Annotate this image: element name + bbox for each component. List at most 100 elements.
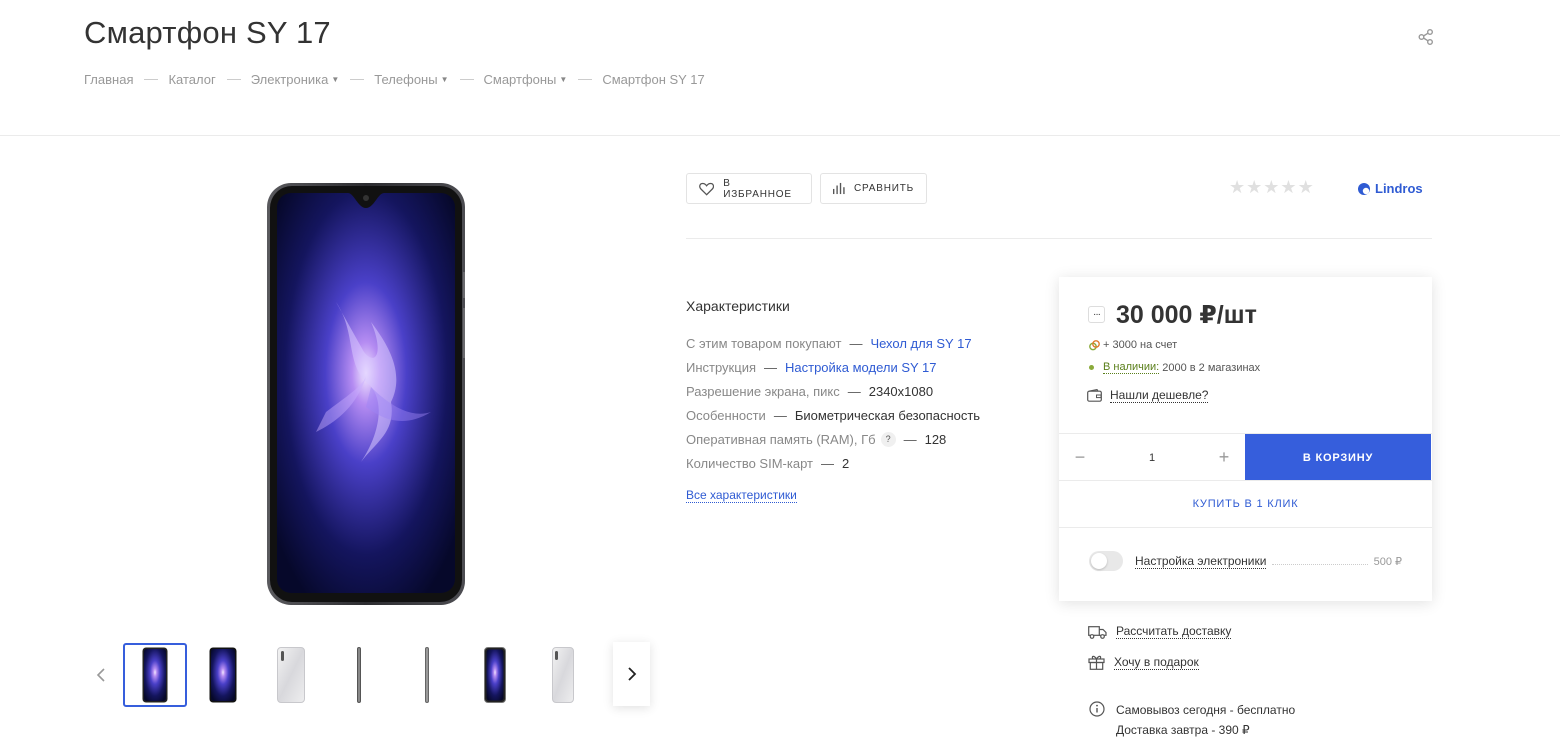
pickup-info: Самовывоз сегодня - бесплатно Доставка з… [1089, 700, 1295, 740]
gallery-thumbnail[interactable] [123, 643, 187, 707]
gallery-thumbnail[interactable] [395, 643, 459, 707]
phone-front-thumbnail [209, 647, 237, 703]
found-cheaper-link[interactable]: Нашли дешевле? [1110, 388, 1209, 403]
star-icon[interactable]: ★ [1229, 178, 1245, 196]
service-toggle[interactable] [1089, 551, 1123, 571]
phone-front-thumbnail [484, 647, 506, 703]
phone-back-thumbnail [277, 647, 305, 703]
compare-label: СРАВНИТЬ [853, 183, 914, 194]
characteristics-title: Характеристики [686, 298, 790, 314]
characteristic-row: Особенности — Биометрическая безопасност… [686, 403, 980, 427]
breadcrumb: Главная Каталог Электроника ▼ Телефоны ▼ С… [84, 72, 705, 87]
delivery-text: Доставка завтра - 390 ₽ [1116, 723, 1250, 737]
buy-one-click-button[interactable]: КУПИТЬ В 1 КЛИК [1059, 480, 1432, 528]
dotted-leader [1272, 557, 1368, 565]
breadcrumb-catalog[interactable]: Каталог [168, 72, 215, 87]
gallery-prev-button[interactable] [88, 660, 114, 690]
service-name[interactable]: Настройка электроники [1135, 554, 1267, 569]
characteristic-name: Количество SIM-карт [686, 455, 813, 471]
characteristic-dash: — [903, 431, 917, 447]
gallery-thumbnail[interactable] [463, 643, 527, 707]
phone-side-thumbnail [425, 647, 429, 703]
page-title: Смартфон SY 17 [84, 15, 331, 50]
characteristic-name: Оперативная память (RAM), Гб [686, 431, 876, 447]
bonus-text: + 3000 на счет [1103, 339, 1178, 351]
breadcrumb-electronics[interactable]: Электроника ▼ [251, 72, 340, 87]
characteristic-link[interactable]: Настройка модели SY 17 [785, 360, 937, 375]
caret-down-icon: ▼ [559, 75, 568, 84]
heart-icon [699, 182, 715, 196]
breadcrumb-separator [144, 79, 159, 80]
breadcrumb-separator [459, 79, 474, 80]
characteristic-dash: — [849, 335, 863, 351]
star-icon[interactable]: ★ [1280, 178, 1296, 196]
breadcrumb-phones[interactable]: Телефоны ▼ [374, 72, 448, 87]
characteristic-name: Разрешение экрана, пикс [686, 383, 840, 399]
breadcrumb-smartphones[interactable]: Смартфоны ▼ [484, 72, 568, 87]
characteristic-name: Особенности [686, 407, 766, 423]
caret-down-icon: ▼ [331, 75, 340, 84]
breadcrumb-home[interactable]: Главная [84, 72, 133, 87]
characteristic-name: Инструкция [686, 359, 756, 375]
help-hint-icon[interactable]: ? [880, 431, 896, 447]
all-characteristics-link[interactable]: Все характеристики [686, 488, 797, 503]
coins-icon [1089, 339, 1100, 350]
toggle-knob [1091, 553, 1107, 569]
gallery-thumbnail[interactable] [531, 643, 595, 707]
characteristic-value: 2 [841, 455, 850, 471]
quantity-input[interactable] [1132, 451, 1172, 464]
gallery-thumbnail[interactable] [191, 643, 255, 707]
breadcrumb-current: Смартфон SY 17 [602, 72, 705, 87]
dots-icon[interactable]: ··· [1088, 306, 1105, 323]
share-button[interactable] [1416, 27, 1436, 47]
chevron-left-icon [96, 668, 105, 682]
phone-back-thumbnail [552, 647, 574, 703]
star-icon[interactable]: ★ [1263, 178, 1279, 196]
header-divider [0, 135, 1560, 136]
content-divider [686, 238, 1432, 239]
gallery-thumbnail[interactable] [259, 643, 323, 707]
star-icon[interactable]: ★ [1298, 178, 1314, 196]
bonus-info: + 3000 на счет [1089, 339, 1177, 351]
quantity-decrease-button[interactable]: − [1073, 447, 1087, 468]
characteristic-row: Инструкция — Настройка модели SY 17 [686, 355, 980, 379]
characteristics-list: С этим товаром покупают — Чехол для SY 1… [686, 331, 980, 475]
gift-link[interactable]: Хочу в подарок [1114, 655, 1199, 670]
found-cheaper: Нашли дешевле? [1087, 388, 1209, 403]
gallery-next-button[interactable] [613, 642, 650, 706]
truck-icon [1088, 625, 1107, 639]
characteristic-row: С этим товаром покупают — Чехол для SY 1… [686, 331, 980, 355]
characteristic-link[interactable]: Чехол для SY 17 [870, 336, 971, 351]
characteristic-value: 2340x1080 [868, 383, 934, 399]
stock-link[interactable]: В наличии: [1103, 361, 1160, 374]
phone-side-thumbnail [357, 647, 361, 703]
service-option: Настройка электроники 500 ₽ [1089, 551, 1402, 571]
characteristic-value: Биометрическая безопасность [794, 407, 981, 423]
brand-logo[interactable]: Lindros [1357, 181, 1423, 196]
gallery-thumbnails [123, 643, 599, 707]
add-to-favorites-button[interactable]: В ИЗБРАННОЕ [686, 173, 812, 204]
rating-stars[interactable]: ★ ★ ★ ★ ★ [1229, 178, 1315, 196]
breadcrumb-separator [350, 79, 365, 80]
characteristic-row: Количество SIM-карт — 2 [686, 451, 980, 475]
phone-front-thumbnail [142, 647, 168, 703]
pickup-lines: Самовывоз сегодня - бесплатно Доставка з… [1116, 700, 1295, 740]
info-icon [1089, 701, 1105, 717]
breadcrumb-separator [226, 79, 241, 80]
compare-button[interactable]: СРАВНИТЬ [820, 173, 927, 204]
characteristic-dash: — [847, 383, 861, 399]
characteristic-dash: — [820, 455, 834, 471]
characteristic-name: С этим товаром покупают [686, 335, 842, 351]
characteristic-dash: — [764, 359, 777, 375]
product-main-image[interactable] [266, 182, 466, 606]
delivery-calc-link[interactable]: Рассчитать доставку [1116, 624, 1232, 639]
add-to-favorites-label: В ИЗБРАННОЕ [723, 177, 792, 200]
gallery-thumbnail[interactable] [327, 643, 391, 707]
star-icon[interactable]: ★ [1246, 178, 1262, 196]
breadcrumb-separator [578, 79, 593, 80]
add-to-cart-button[interactable]: В КОРЗИНУ [1245, 434, 1431, 481]
quantity-row: − + В КОРЗИНУ [1059, 433, 1432, 481]
quantity-stepper: − + [1059, 434, 1245, 481]
gift-icon [1088, 655, 1105, 670]
quantity-increase-button[interactable]: + [1217, 447, 1231, 468]
